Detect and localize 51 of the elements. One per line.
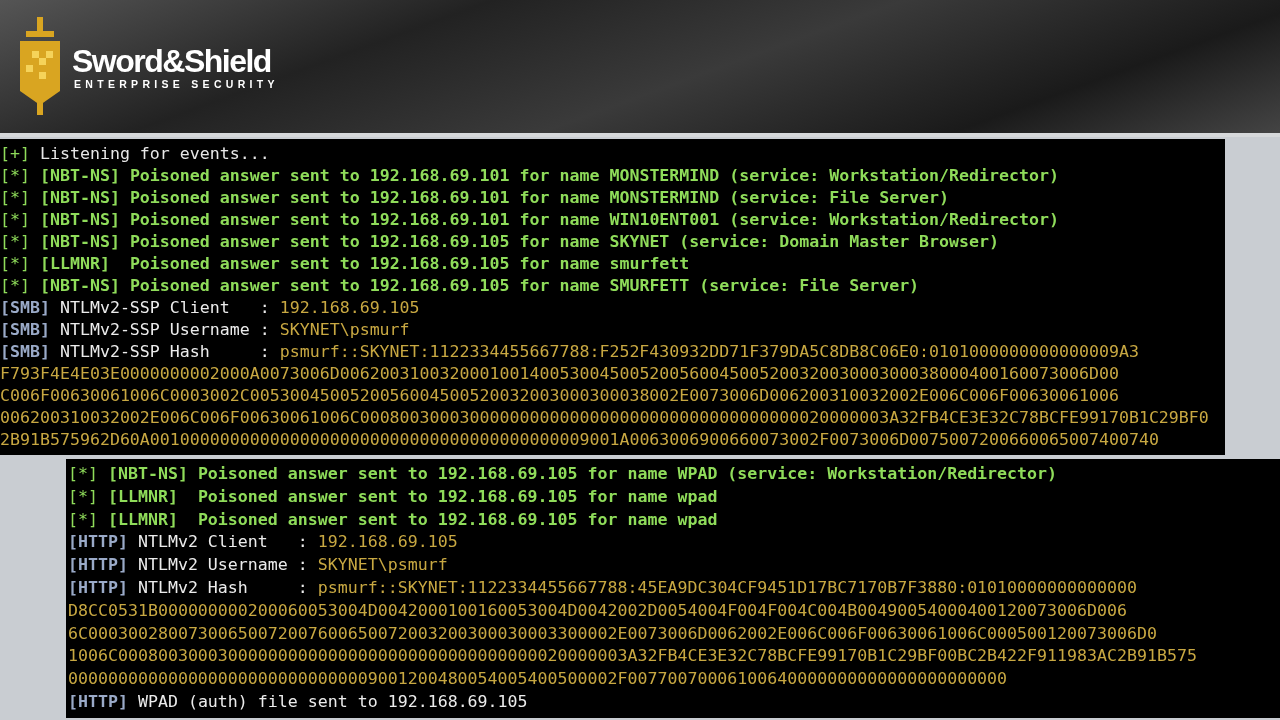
log-label: NTLMv2-SSP Client : — [59, 298, 270, 317]
log-message: [NBT-NS] Poisoned answer sent to 192.168.69.105 for name SMURFETT (service: File Server) — [39, 276, 920, 295]
protocol-tag: [SMB] — [0, 298, 50, 317]
sword-shield-logo-icon — [18, 16, 62, 117]
log-label: NTLMv2 Hash : — [137, 578, 308, 597]
log-message: [LLMNR] Poisoned answer sent to 192.168.69.105 for name smurfett — [39, 254, 690, 273]
hash-data: F793F4E4E03E0000000002000A0073006D006200310032000100140053004500520056004500520032003000300038000400160073006D00 — [0, 364, 1119, 383]
log-value: 192.168.69.105 — [279, 298, 420, 317]
status-prefix: [*] — [0, 254, 30, 273]
protocol-tag: [SMB] — [0, 342, 50, 361]
hash-data: 6C00030028007300650072007600650072003200300030003300002E0073006D0062002E006C006F00630061006C000500120073006D0 — [68, 623, 1157, 643]
log-message: [LLMNR] Poisoned answer sent to 192.168.69.105 for name wpad — [107, 509, 718, 529]
protocol-tag: [HTTP] — [68, 532, 128, 552]
status-prefix: [*] — [0, 232, 30, 251]
log-label: NTLMv2 Client : — [137, 532, 308, 552]
brand-tagline: ENTERPRISE SECURITY — [74, 77, 279, 90]
hash-data: D8CC0531B000000000200060053004D0042000100160053004D0042002D0054004F004F004C004B00490054000400120073006D006 — [68, 600, 1127, 620]
status-prefix: [*] — [0, 166, 30, 185]
log-message: [NBT-NS] Poisoned answer sent to 192.168.69.105 for name WPAD (service: Workstation/Redirector) — [107, 464, 1058, 483]
log-message: [LLMNR] Poisoned answer sent to 192.168.69.105 for name wpad — [107, 486, 718, 506]
log-value: psmurf::SKYNET:1122334455667788:45EA9DC304CF9451D17BC7170B7F3880:01010000000000000 — [317, 578, 1137, 597]
log-message: [NBT-NS] Poisoned answer sent to 192.168.69.105 for name SKYNET (service: Domain Master Browser) — [39, 232, 1000, 251]
hash-data: 0000000000000000000000000000009001200480054005400500002F00770070006100640000000000000000000000 — [68, 669, 1008, 689]
hash-data: 006200310032002E006C006F00630061006C00080030003000000000000000000000000000000000020000003A32FB4CE3E32C78BCFE99170B1C29BF0 — [0, 408, 1209, 427]
hash-data: C006F00630061006C0003002C0053004500520056004500520032003000300038002E0073006D006200310032002E006C006F00630061006 — [0, 386, 1119, 405]
log-value: SKYNET\psmurf — [279, 320, 410, 339]
status-prefix: [*] — [0, 210, 30, 229]
hash-data: 2B91B575962D60A00100000000000000000000000000000000000000009001A0063006900660073002F0073006D0075007200660065007400740 — [0, 430, 1159, 449]
protocol-tag: [HTTP] — [68, 555, 128, 575]
status-prefix: [*] — [68, 464, 98, 483]
log-message: [NBT-NS] Poisoned answer sent to 192.168.69.101 for name MONSTERMIND (service: File Server) — [39, 188, 950, 207]
status-prefix: [*] — [68, 509, 98, 529]
log-label: NTLMv2 Username : — [137, 555, 308, 575]
log-label: NTLMv2-SSP Hash : — [59, 342, 270, 361]
log-message: [NBT-NS] Poisoned answer sent to 192.168.69.101 for name WIN10ENT001 (service: Workstation/Redirector) — [39, 210, 1059, 229]
hash-data: 1006C000800300030000000000000000000000000000000020000003A32FB4CE3E32C78BCFE99170B1C29BF00BC2B422F911983AC2B91B575 — [68, 646, 1197, 666]
status-prefix: [*] — [0, 276, 30, 295]
log-value: 192.168.69.105 — [317, 532, 458, 552]
brand-name: Sword&Shield — [72, 43, 272, 78]
status-prefix: [*] — [0, 188, 30, 207]
status-prefix: [*] — [68, 486, 98, 506]
protocol-tag: [HTTP] — [68, 578, 128, 597]
log-value: psmurf::SKYNET:1122334455667788:F252F430932DD71F379DA5C8DB8C06E0:0101000000000000009A3 — [279, 342, 1139, 361]
status-prefix: [+] — [0, 144, 30, 163]
log-message: Listening for events... — [39, 144, 270, 163]
log-value: SKYNET\psmurf — [317, 555, 448, 575]
log-message: WPAD (auth) file sent to 192.168.69.105 — [137, 691, 528, 711]
protocol-tag: [HTTP] — [68, 691, 128, 711]
log-message: [NBT-NS] Poisoned answer sent to 192.168.69.101 for name MONSTERMIND (service: Workstation/Redirector) — [39, 166, 1059, 185]
log-label: NTLMv2-SSP Username : — [59, 320, 270, 339]
protocol-tag: [SMB] — [0, 320, 50, 339]
